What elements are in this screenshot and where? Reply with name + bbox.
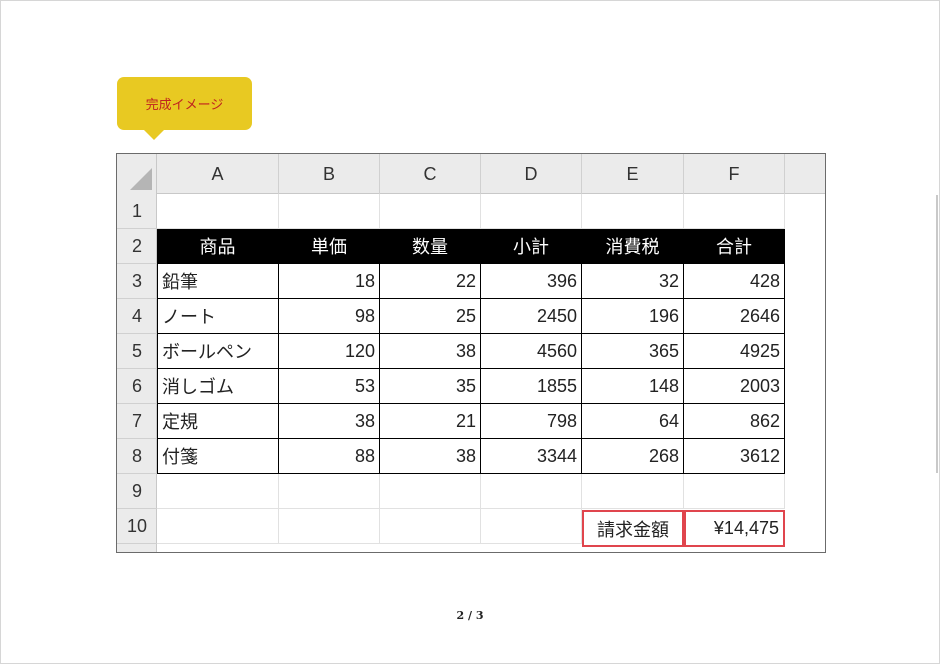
table-cell-subtotal[interactable]: 2450 (481, 299, 582, 334)
invoice-label-cell[interactable]: 請求金額 (582, 510, 684, 547)
table-header-cell[interactable]: 消費税 (582, 229, 684, 264)
table-cell-subtotal[interactable]: 1855 (481, 369, 582, 404)
table-cell-tax[interactable]: 148 (582, 369, 684, 404)
table-cell-qty[interactable]: 38 (380, 334, 481, 369)
row-header-9[interactable]: 9 (117, 474, 157, 509)
table-cell-tax[interactable]: 196 (582, 299, 684, 334)
cell-b1[interactable] (279, 194, 380, 229)
invoice-total-cell[interactable]: ¥14,475 (684, 510, 785, 547)
table-cell-tax[interactable]: 64 (582, 404, 684, 439)
page-indicator: 2 / 3 (456, 609, 484, 622)
row-header-10[interactable]: 10 (117, 509, 157, 544)
cell-f1[interactable] (684, 194, 785, 229)
scrollbar-edge (936, 195, 938, 473)
table-header-cell[interactable]: 単価 (279, 229, 380, 264)
table-header-cell[interactable]: 合計 (684, 229, 785, 264)
column-header-c[interactable]: C (380, 154, 481, 194)
cell-d1[interactable] (481, 194, 582, 229)
column-header-d[interactable]: D (481, 154, 582, 194)
cell-c10[interactable] (380, 509, 481, 544)
cell-a10[interactable] (157, 509, 279, 544)
table-cell-item[interactable]: 定規 (157, 404, 279, 439)
table-cell-price[interactable]: 98 (279, 299, 380, 334)
row-header-1[interactable]: 1 (117, 194, 157, 229)
table-cell-tax[interactable]: 365 (582, 334, 684, 369)
table-cell-item[interactable]: 付箋 (157, 439, 279, 474)
cell-c9[interactable] (380, 474, 481, 509)
table-cell-qty[interactable]: 35 (380, 369, 481, 404)
row-header-2[interactable]: 2 (117, 229, 157, 264)
table-cell-total[interactable]: 4925 (684, 334, 785, 369)
cell-a9[interactable] (157, 474, 279, 509)
table-cell-price[interactable]: 88 (279, 439, 380, 474)
column-header-row: A B C D E F (117, 154, 825, 194)
column-header-b[interactable]: B (279, 154, 380, 194)
table-cell-item[interactable]: 消しゴム (157, 369, 279, 404)
table-cell-item[interactable]: 鉛筆 (157, 264, 279, 299)
table-cell-item[interactable]: ノート (157, 299, 279, 334)
cell-b9[interactable] (279, 474, 380, 509)
table-cell-tax[interactable]: 32 (582, 264, 684, 299)
table-cell-total[interactable]: 2646 (684, 299, 785, 334)
corner-triangle-icon (130, 168, 152, 190)
table-cell-total[interactable]: 3612 (684, 439, 785, 474)
table-cell-subtotal[interactable]: 4560 (481, 334, 582, 369)
column-header-e[interactable]: E (582, 154, 684, 194)
table-cell-tax[interactable]: 268 (582, 439, 684, 474)
table-cell-price[interactable]: 53 (279, 369, 380, 404)
row-header-4[interactable]: 4 (117, 299, 157, 334)
table-cell-price[interactable]: 38 (279, 404, 380, 439)
cell-e1[interactable] (582, 194, 684, 229)
cell-d10[interactable] (481, 509, 582, 544)
table-cell-qty[interactable]: 21 (380, 404, 481, 439)
callout-tail (143, 129, 165, 140)
table-cell-qty[interactable]: 25 (380, 299, 481, 334)
spreadsheet: A B C D E F 1 2 3 4 5 6 7 8 9 10 商品 単価 数… (116, 153, 826, 553)
row-header-6[interactable]: 6 (117, 369, 157, 404)
row-header-3[interactable]: 3 (117, 264, 157, 299)
table-cell-subtotal[interactable]: 798 (481, 404, 582, 439)
row-header-column: 1 2 3 4 5 6 7 8 9 10 (117, 194, 157, 552)
table-cell-total[interactable]: 862 (684, 404, 785, 439)
table-cell-price[interactable]: 120 (279, 334, 380, 369)
completion-image-callout: 完成イメージ (117, 77, 252, 130)
table-cell-total[interactable]: 428 (684, 264, 785, 299)
cell-b10[interactable] (279, 509, 380, 544)
table-cell-total[interactable]: 2003 (684, 369, 785, 404)
cell-f9[interactable] (684, 474, 785, 509)
callout-label: 完成イメージ (145, 98, 224, 113)
table-cell-item[interactable]: ボールペン (157, 334, 279, 369)
table-header-cell[interactable]: 数量 (380, 229, 481, 264)
table-cell-qty[interactable]: 22 (380, 264, 481, 299)
table-cell-price[interactable]: 18 (279, 264, 380, 299)
cell-c1[interactable] (380, 194, 481, 229)
select-all-corner[interactable] (117, 154, 157, 194)
column-header-a[interactable]: A (157, 154, 279, 194)
row-header-8[interactable]: 8 (117, 439, 157, 474)
table-cell-qty[interactable]: 38 (380, 439, 481, 474)
row-header-5[interactable]: 5 (117, 334, 157, 369)
table-header-cell[interactable]: 小計 (481, 229, 582, 264)
cell-e9[interactable] (582, 474, 684, 509)
row-header-7[interactable]: 7 (117, 404, 157, 439)
cell-a1[interactable] (157, 194, 279, 229)
column-header-f[interactable]: F (684, 154, 785, 194)
cell-d9[interactable] (481, 474, 582, 509)
table-cell-subtotal[interactable]: 3344 (481, 439, 582, 474)
table-header-cell[interactable]: 商品 (157, 229, 279, 264)
table-cell-subtotal[interactable]: 396 (481, 264, 582, 299)
